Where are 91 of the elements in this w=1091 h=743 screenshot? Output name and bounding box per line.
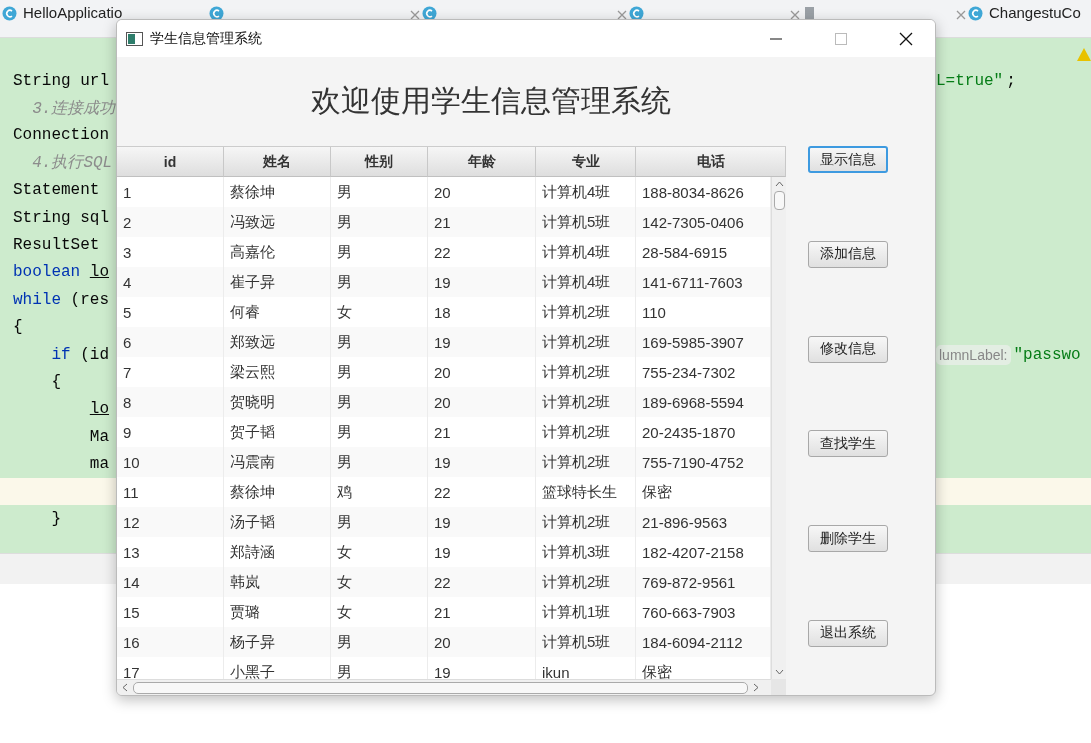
editor-tab[interactable]: HelloApplicatio [23, 4, 123, 22]
table-cell: 男 [331, 207, 428, 237]
table-cell: 16 [117, 627, 224, 657]
code-line: while (res [12, 290, 111, 309]
scroll-down-icon[interactable] [774, 669, 784, 675]
table-cell: 男 [331, 507, 428, 537]
welcome-heading: 欢迎使用学生信息管理系统 [311, 83, 671, 119]
table-cell: 20 [428, 627, 536, 657]
code-line: if (id [50, 345, 110, 364]
table-cell: 韩岚 [224, 567, 331, 597]
class-icon [2, 6, 17, 21]
table-cell: 郑致远 [224, 327, 331, 357]
code-line: 4.执行SQL [31, 153, 114, 174]
action-button[interactable]: 删除学生 [808, 525, 888, 553]
vertical-scrollbar[interactable] [771, 177, 786, 679]
column-header[interactable]: 专业 [536, 147, 636, 177]
code-line: ResultSet [12, 236, 101, 255]
editor-tab[interactable]: ChangestuCo [989, 4, 1081, 22]
horizontal-scrollbar[interactable] [117, 679, 771, 695]
table-cell: 男 [331, 627, 428, 657]
table-cell: 22 [428, 567, 536, 597]
table-cell: 计算机2班 [536, 507, 636, 537]
column-header[interactable]: id [117, 147, 224, 177]
table-cell: 崔子异 [224, 267, 331, 297]
table-cell: 10 [117, 447, 224, 477]
code-line: } [50, 509, 62, 528]
window-icon [126, 31, 143, 46]
code-line: { [50, 373, 62, 391]
action-button[interactable]: 修改信息 [808, 335, 888, 363]
scroll-thumb[interactable] [773, 191, 785, 210]
table-cell: 19 [428, 447, 536, 477]
class-icon [968, 6, 983, 21]
action-button[interactable]: 添加信息 [808, 240, 888, 268]
table-cell: 19 [428, 327, 536, 357]
action-button[interactable]: 退出系统 [808, 620, 888, 647]
table-cell: 汤子韬 [224, 507, 331, 537]
table-cell: 计算机2班 [536, 567, 636, 597]
table-cell: 4 [117, 267, 224, 297]
table-cell: 男 [331, 387, 428, 417]
code-line: 3.连接成功 [31, 98, 116, 119]
table-cell: 2 [117, 207, 224, 237]
code-line: String url [12, 71, 110, 90]
code-fragment: "passwo [1013, 345, 1081, 364]
table-cell: 12 [117, 507, 224, 537]
table-cell: 6 [117, 327, 224, 357]
table-cell: 冯震南 [224, 447, 331, 477]
action-button[interactable]: 查找学生 [808, 430, 888, 458]
table-cell: 计算机5班 [536, 627, 636, 657]
column-header[interactable]: 性别 [331, 147, 428, 177]
scroll-thumb[interactable] [133, 681, 748, 694]
file-icon [802, 6, 817, 21]
table-cell: 14 [117, 567, 224, 597]
column-header[interactable]: 姓名 [224, 147, 331, 177]
code-fragment: ; [1006, 71, 1016, 90]
code-line: lo [88, 400, 110, 419]
table-cell: 计算机2班 [536, 327, 636, 357]
table-cell: 8 [117, 387, 224, 417]
scroll-left-icon[interactable] [122, 683, 128, 692]
code-line: ma [88, 455, 110, 474]
table-cell: 19 [428, 267, 536, 297]
table-cell: 男 [331, 447, 428, 477]
table-cell: 20 [428, 387, 536, 417]
maximize-icon[interactable] [834, 31, 848, 46]
table-cell: 计算机4班 [536, 267, 636, 297]
action-button[interactable]: 显示信息 [808, 146, 888, 173]
table-cell: 计算机2班 [536, 447, 636, 477]
code-fragment: L=true" [936, 71, 1004, 90]
table-cell: 女 [331, 567, 428, 597]
code-line: boolean lo [12, 263, 110, 282]
table-cell: 21 [428, 207, 536, 237]
column-header[interactable]: 年龄 [428, 147, 536, 177]
scroll-right-icon[interactable] [753, 683, 759, 692]
column-header[interactable]: 电话 [636, 147, 786, 177]
code-line: Statement [12, 181, 101, 200]
inlay-hint: lumnLabel: [936, 344, 1011, 365]
code-line: String sql [12, 208, 110, 227]
scroll-up-icon[interactable] [774, 181, 784, 187]
table-cell: 冯致远 [224, 207, 331, 237]
table-cell: 杨子异 [224, 627, 331, 657]
table-cell: 男 [331, 327, 428, 357]
table-cell: 19 [428, 507, 536, 537]
table-cell: 计算机2班 [536, 387, 636, 417]
table-cell: 计算机5班 [536, 207, 636, 237]
code-line: Ma [88, 427, 110, 446]
window-title: 学生信息管理系统 [150, 29, 263, 48]
code-line: { [12, 318, 24, 337]
code-line: Connection [12, 126, 110, 145]
scrollbar-corner [771, 679, 786, 695]
close-icon[interactable] [899, 31, 913, 46]
table-cell: 贺晓明 [224, 387, 331, 417]
table-cell: 男 [331, 267, 428, 297]
